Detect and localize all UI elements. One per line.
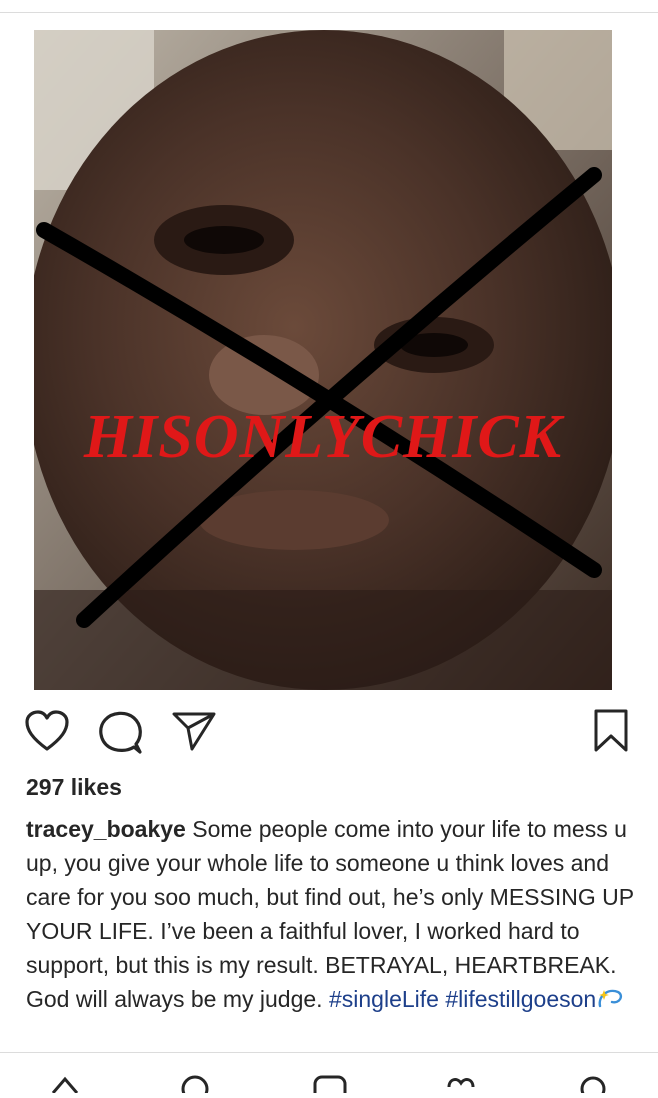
search-icon[interactable] bbox=[180, 1073, 210, 1098]
caption-username[interactable]: tracey_boakye bbox=[26, 816, 186, 842]
overlay-stamp-text: HISONLYCHICK bbox=[83, 403, 563, 471]
post-caption: tracey_boakye Some people come into your… bbox=[26, 812, 636, 1019]
home-icon[interactable] bbox=[50, 1073, 80, 1098]
hashtag-lifestillgoeson[interactable]: #lifestillgoeson bbox=[445, 986, 596, 1012]
post-photo-art bbox=[34, 30, 612, 690]
heart-icon[interactable] bbox=[24, 710, 70, 757]
likes-count[interactable]: 297 likes bbox=[26, 774, 122, 801]
bookmark-icon[interactable] bbox=[593, 709, 629, 758]
bottom-nav bbox=[0, 1052, 658, 1098]
profile-icon[interactable] bbox=[578, 1073, 608, 1098]
paper-plane-icon[interactable] bbox=[172, 711, 216, 756]
post-photo[interactable]: HISONLYCHICK bbox=[34, 30, 612, 690]
new-post-icon[interactable] bbox=[312, 1073, 348, 1098]
activity-icon[interactable] bbox=[445, 1073, 477, 1098]
caption-text: Some people come into your life to mess … bbox=[26, 816, 634, 1012]
top-status-strip bbox=[0, 0, 658, 13]
comment-bubble-icon[interactable] bbox=[98, 711, 144, 760]
dizzy-sparkle-icon bbox=[596, 985, 624, 1019]
hashtag-singlelife[interactable]: #singleLife bbox=[329, 986, 439, 1012]
